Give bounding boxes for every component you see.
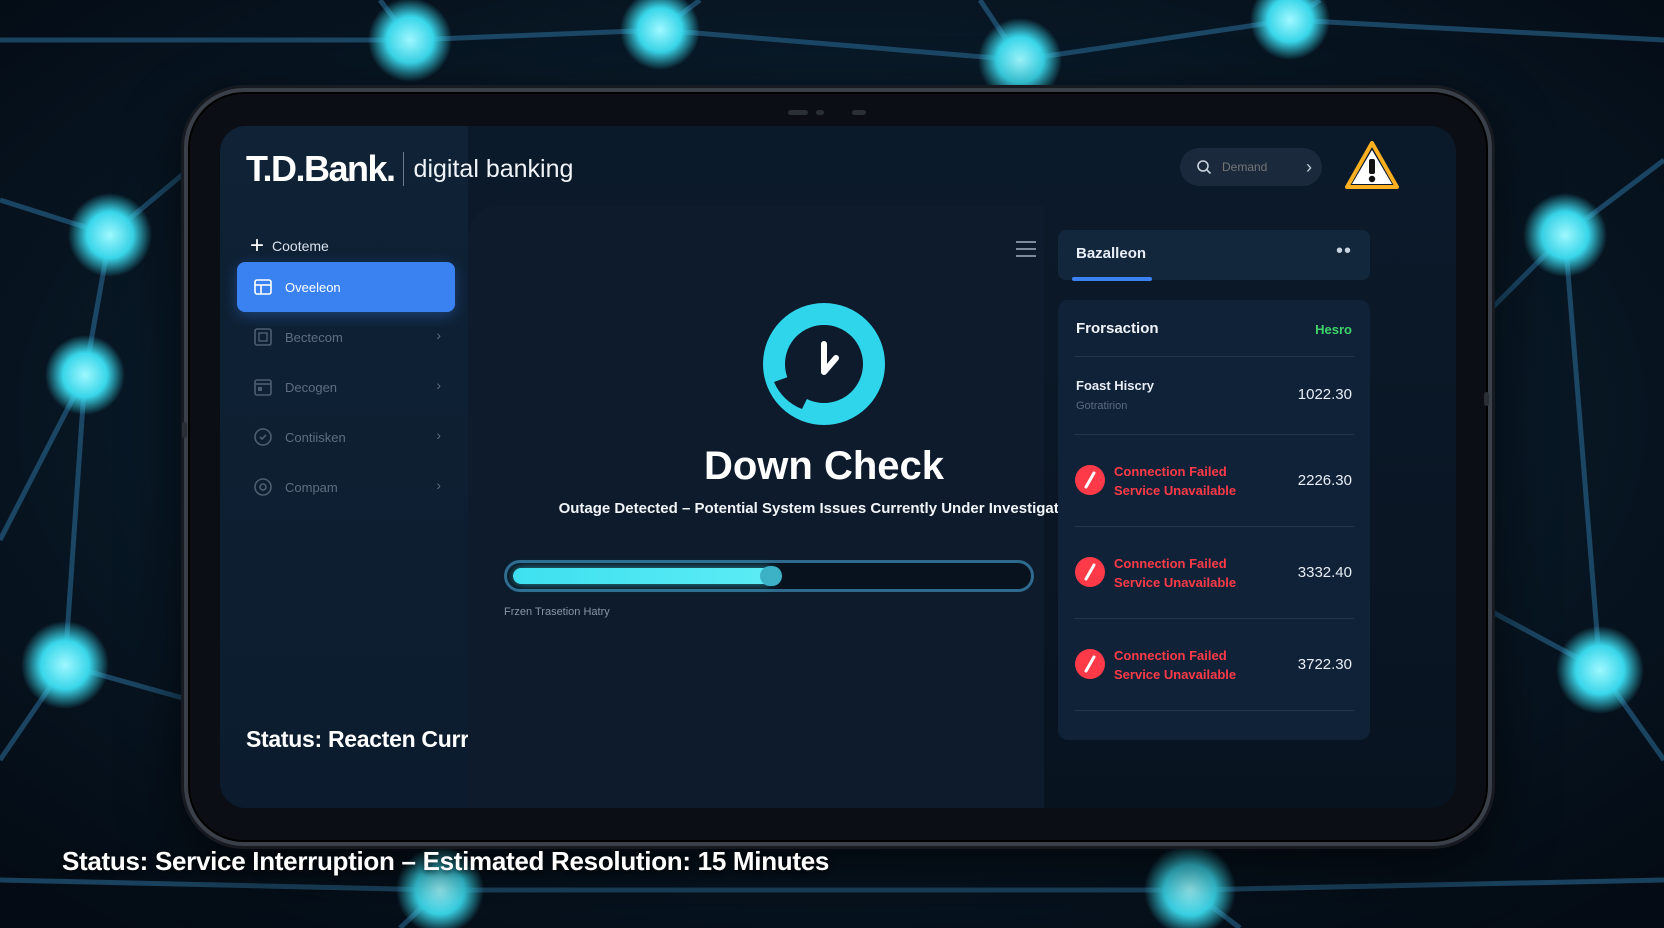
sidebar-item-compam[interactable]: Compam ›	[237, 462, 455, 512]
transaction-subtitle: Gotratirion	[1076, 400, 1128, 412]
transactions-panel: Frorsaction Hesro Foast Hiscry Gotratiri…	[1058, 300, 1370, 740]
error-line-1: Connection Failed	[1114, 464, 1227, 479]
brand-header: T.D.Bank. digital banking	[246, 148, 573, 190]
plus-icon: +	[250, 232, 265, 259]
error-icon	[1075, 465, 1105, 495]
page-title: Down Check	[703, 444, 945, 488]
error-line-2: Service Unavailable	[1114, 575, 1237, 590]
chevron-right-icon: ›	[436, 427, 441, 443]
progress-handle	[760, 566, 782, 586]
transaction-amount: 3722.30	[1297, 656, 1352, 673]
camera-sensor	[816, 110, 824, 115]
progress-bar	[504, 560, 1034, 592]
sidebar-item-label: Decogen	[285, 379, 338, 395]
create-new-label: Cooteme	[272, 238, 329, 254]
sidebar-item-bectecom[interactable]: Bectecom ›	[237, 312, 455, 362]
camera-sensor	[788, 110, 808, 115]
menu-icon[interactable]	[1016, 240, 1036, 258]
divider	[1074, 710, 1354, 711]
divider	[1074, 434, 1354, 435]
chevron-right-icon: ›	[436, 327, 441, 343]
side-button	[1484, 392, 1489, 406]
footer-status: Status: Service Interruption – Estimated…	[62, 846, 830, 876]
error-line-1: Connection Failed	[1114, 648, 1227, 663]
chevron-right-icon: ›	[1306, 156, 1312, 177]
clock-status-icon	[763, 303, 885, 425]
tab-bazalleon[interactable]: Bazalleon	[1076, 245, 1146, 262]
status-badge: Hesro	[1315, 322, 1352, 337]
search-input[interactable]	[1220, 159, 1304, 175]
side-button	[182, 422, 187, 438]
chevron-right-icon: ›	[436, 377, 441, 393]
sidebar-item-overview[interactable]: Oveeleon	[237, 262, 455, 312]
divider	[1074, 526, 1354, 527]
square-icon	[254, 328, 272, 346]
search-bar[interactable]: ›	[1180, 148, 1322, 186]
dashboard-icon	[254, 279, 272, 295]
transaction-error: Connection Failed Service Unavailable	[1114, 462, 1236, 500]
search-icon	[1197, 160, 1212, 175]
progress-fill	[513, 568, 774, 584]
transaction-error: Connection Failed Service Unavailable	[1114, 554, 1236, 592]
sidebar-item-label: Compam	[285, 479, 338, 495]
error-line-2: Service Unavailable	[1114, 667, 1237, 682]
brand-subtitle: digital banking	[413, 154, 574, 183]
sidebar-item-decogen[interactable]: Decogen ›	[237, 362, 455, 412]
calendar-icon	[254, 379, 272, 396]
transaction-amount: 2226.30	[1297, 472, 1352, 489]
transaction-amount: 1022.30	[1297, 386, 1352, 403]
tab-bar: Bazalleon ••	[1058, 230, 1370, 281]
transaction-title: Foast Hiscry	[1076, 378, 1155, 393]
camera-sensor	[852, 110, 866, 115]
create-new-button[interactable]: + Cooteme	[250, 234, 329, 258]
brand-divider	[402, 152, 404, 186]
transactions-title: Frorsaction	[1076, 320, 1159, 337]
error-icon	[1075, 557, 1105, 587]
divider	[1074, 618, 1354, 619]
brand-logo: T.D.Bank.	[246, 148, 396, 189]
more-options-icon[interactable]: ••	[1336, 240, 1352, 263]
progress-label: Frzen Trasetion Hatry	[504, 606, 610, 618]
settings-icon	[254, 478, 272, 496]
sidebar-item-label: Bectecom	[285, 329, 343, 345]
error-line-1: Connection Failed	[1114, 556, 1227, 571]
warning-triangle-icon[interactable]	[1344, 140, 1400, 190]
shield-icon	[254, 428, 272, 446]
app-screen: T.D.Bank. digital banking + Cooteme Ovee…	[220, 126, 1456, 808]
sidebar-item-contiisken[interactable]: Contiisken ›	[237, 412, 455, 462]
transaction-amount: 3332.40	[1297, 564, 1352, 581]
chevron-right-icon: ›	[436, 477, 441, 493]
divider	[1074, 356, 1354, 357]
outage-message: Outage Detected – Potential System Issue…	[558, 500, 1086, 517]
sidebar-item-label: Contiisken	[285, 429, 346, 445]
sidebar-item-label: Oveeleon	[285, 279, 341, 295]
tablet-device: T.D.Bank. digital banking + Cooteme Ovee…	[182, 88, 1492, 846]
error-icon	[1075, 649, 1105, 679]
transaction-error: Connection Failed Service Unavailable	[1114, 646, 1236, 684]
tab-active-indicator	[1072, 277, 1152, 281]
error-line-2: Service Unavailable	[1114, 483, 1237, 498]
